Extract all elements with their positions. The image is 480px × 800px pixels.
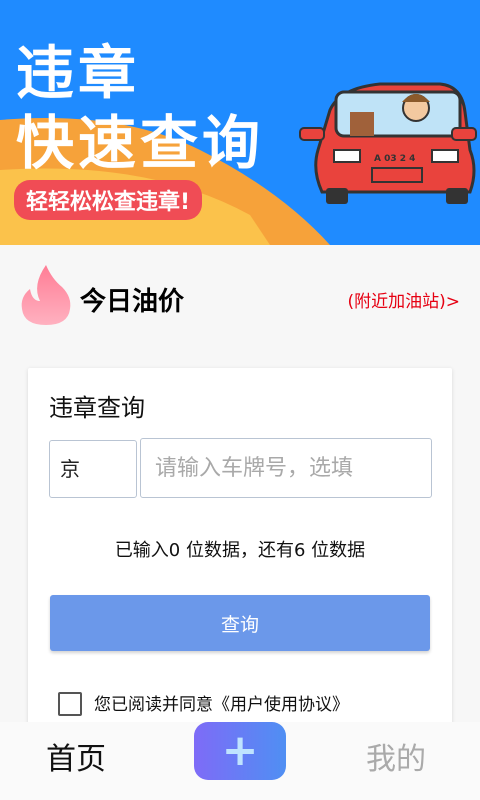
violation-query-card: 违章查询 京 已输入0 位数据，还有6 位数据 查询 您已阅读并同意《用户使用协… <box>28 368 452 728</box>
promo-banner[interactable]: 违章 快速查询 轻轻松松查违章! A 03 2 4 <box>0 0 480 245</box>
add-button[interactable]: + <box>194 722 286 780</box>
flame-icon <box>21 265 71 325</box>
car-icon <box>299 82 477 204</box>
plate-number-input[interactable] <box>140 438 432 498</box>
nearby-gas-station-link[interactable]: (附近加油站)> <box>347 287 460 312</box>
banner-tagline: 轻轻松松查违章! <box>14 180 203 220</box>
input-count-hint: 已输入0 位数据，还有6 位数据 <box>114 540 366 561</box>
agreement-text[interactable]: 您已阅读并同意《用户使用协议》 <box>94 690 349 715</box>
banner-title-line2: 快速查询 <box>16 109 265 177</box>
query-button[interactable]: 查询 <box>50 595 430 651</box>
oil-price-section: 今日油价 (附近加油站)> <box>0 245 480 355</box>
nav-mine[interactable]: 我的 <box>366 734 426 778</box>
province-select[interactable]: 京 <box>49 440 137 498</box>
plus-icon: + <box>221 725 259 776</box>
oil-price-title: 今日油价 <box>80 287 185 317</box>
license-plate-sticker: A 03 2 4 <box>374 154 416 164</box>
bottom-navigation: 首页 + 我的 <box>0 722 480 800</box>
agreement-checkbox[interactable] <box>58 692 82 716</box>
card-title: 违章查询 <box>49 394 145 422</box>
nav-home[interactable]: 首页 <box>46 734 106 778</box>
